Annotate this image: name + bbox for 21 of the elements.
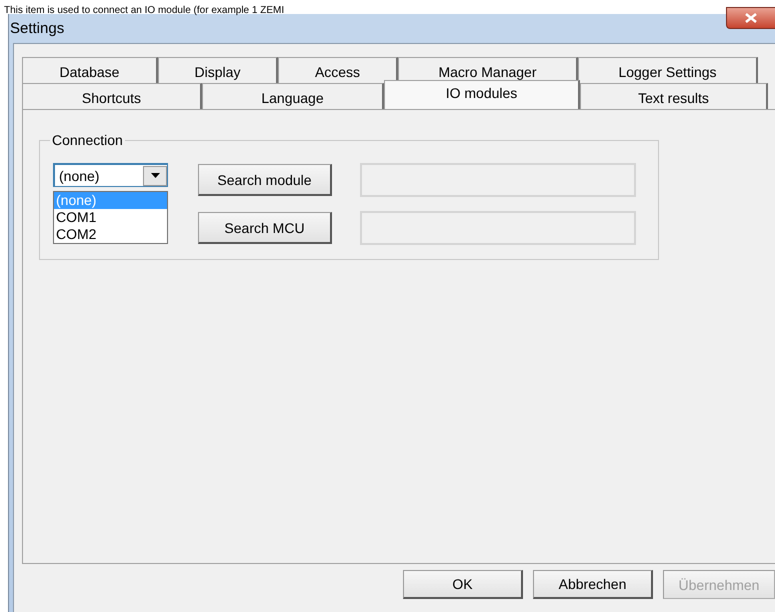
- dropdown-option[interactable]: COM2: [54, 226, 167, 243]
- tab[interactable]: Text results: [580, 83, 768, 109]
- search-button[interactable]: Search MCU: [198, 212, 332, 244]
- search-button[interactable]: Search module: [198, 164, 332, 196]
- tab[interactable]: Display: [158, 57, 278, 83]
- caret-icon: [150, 173, 160, 178]
- window-title: Settings: [10, 20, 64, 37]
- dialog-button[interactable]: OK: [403, 570, 523, 599]
- dropdown-option[interactable]: COM1: [54, 209, 167, 226]
- close-icon: [745, 12, 757, 22]
- tab[interactable]: Database: [22, 57, 158, 83]
- dialog-button[interactable]: Abbrechen: [533, 570, 653, 599]
- tab[interactable]: Access: [278, 57, 398, 83]
- tab[interactable]: Language: [202, 83, 384, 109]
- tab[interactable]: Logger Settings: [578, 57, 758, 83]
- tab[interactable]: Shortcuts: [22, 83, 202, 109]
- port-dropdown[interactable]: (none): [53, 163, 168, 187]
- tab[interactable]: IO modules: [384, 80, 580, 109]
- close-button[interactable]: [726, 6, 775, 28]
- caption-text: This item is used to connect an IO module (for example 1 ZEMI: [4, 4, 284, 18]
- group-title: Connection: [50, 132, 125, 148]
